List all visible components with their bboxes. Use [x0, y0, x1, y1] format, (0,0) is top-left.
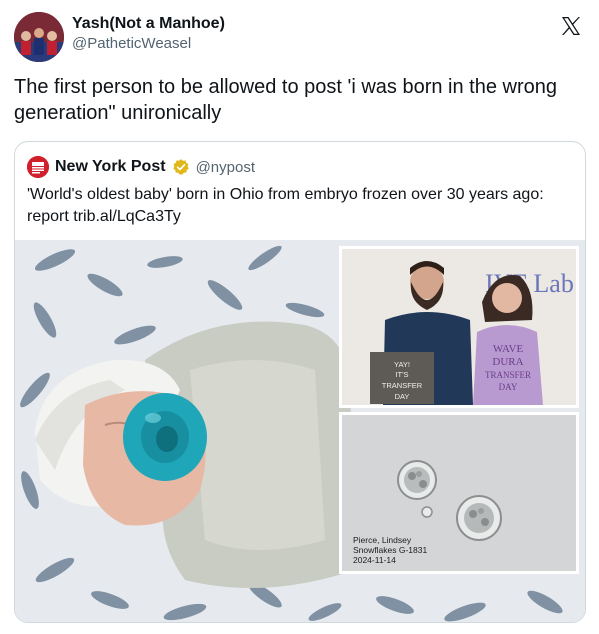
verified-badge-icon [172, 158, 190, 176]
tweet-text: The first person to be allowed to post '… [14, 76, 557, 124]
quoted-tweet-text: 'World's oldest baby' born in Ohio from … [27, 186, 544, 225]
couple-photo[interactable]: IVF Lab YAY! IT'S TRANSFER DAY WAVE DURA… [339, 246, 579, 408]
quoted-tweet-card[interactable]: New York Post @nypost 'World's oldest ba… [14, 141, 586, 623]
quoted-tweet-header: New York Post @nypost [27, 156, 255, 178]
nypost-logo-icon[interactable] [27, 156, 49, 178]
shirt-line-1: WAVE [493, 343, 524, 355]
sign-line-3: TRANSFER [382, 381, 423, 390]
embryo-photo[interactable]: Pierce, Lindsey Snowflakes G-1831 2024-1… [339, 412, 579, 574]
shirt-line-2: DURA [492, 356, 523, 368]
author-handle[interactable]: @PatheticWeasel [72, 34, 225, 54]
sign-line-1: YAY! [394, 360, 410, 369]
avatar[interactable] [14, 12, 64, 62]
shirt-line-3: TRANSFER [485, 370, 531, 380]
embryo-label-date: 2024-11-14 [353, 555, 396, 565]
quoted-media[interactable]: IVF Lab YAY! IT'S TRANSFER DAY WAVE DURA… [15, 240, 585, 622]
author-name-block: Yash(Not a Manhoe) @PatheticWeasel [72, 14, 225, 54]
embryo-label-id: Snowflakes G-1831 [353, 545, 427, 555]
pacifier [123, 393, 207, 481]
quoted-handle[interactable]: @nypost [196, 159, 255, 176]
quoted-display-name[interactable]: New York Post [55, 158, 166, 176]
author-display-name[interactable]: Yash(Not a Manhoe) [72, 14, 225, 34]
sign-line-2: IT'S [395, 370, 408, 379]
sign-line-4: DAY [395, 392, 410, 401]
shirt-line-4: DAY [499, 382, 518, 392]
embryo-label-name: Pierce, Lindsey [353, 535, 412, 545]
tweet-header: Yash(Not a Manhoe) @PatheticWeasel [14, 12, 585, 62]
x-logo-icon[interactable] [559, 14, 583, 38]
